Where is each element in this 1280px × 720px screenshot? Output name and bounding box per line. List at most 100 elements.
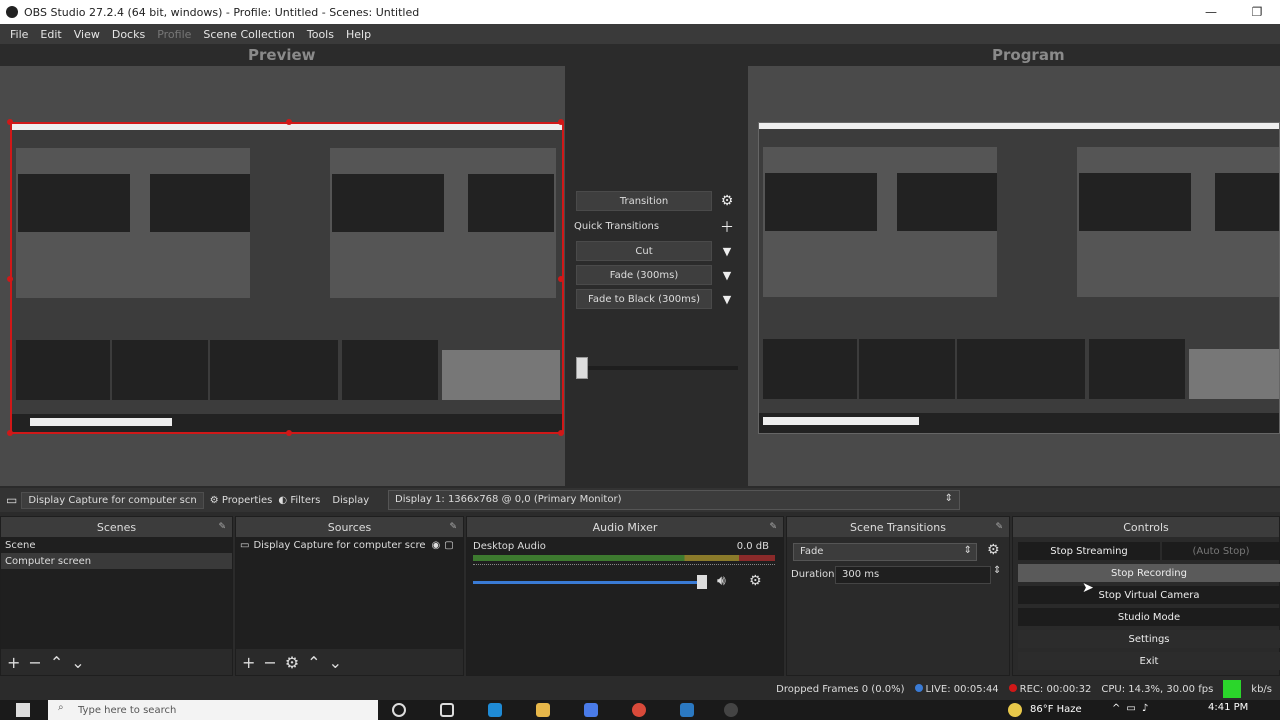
resize-handle[interactable] — [7, 276, 13, 282]
cortana-icon[interactable] — [392, 703, 406, 717]
resize-handle[interactable] — [558, 430, 564, 436]
duration-spinbox[interactable]: 300 ms — [835, 566, 991, 584]
gear-icon: ⚙ — [209, 494, 219, 506]
filters-label: Filters — [290, 494, 321, 506]
resize-handle[interactable] — [7, 119, 13, 125]
chevron-down-icon[interactable]: ▼ — [718, 242, 736, 260]
cut-button[interactable]: Cut — [576, 241, 712, 261]
stop-streaming-button[interactable]: Stop Streaming — [1018, 542, 1160, 560]
chevron-down-icon[interactable]: ⌄ — [71, 653, 84, 672]
gear-icon[interactable]: ⚙ — [285, 653, 299, 672]
stop-recording-button[interactable]: Stop Recording — [1018, 564, 1280, 582]
chrome-icon[interactable] — [632, 703, 646, 717]
menu-edit[interactable]: Edit — [34, 28, 67, 41]
obs-taskbar-icon[interactable] — [724, 703, 738, 717]
scene-item[interactable]: Computer screen — [1, 553, 232, 569]
stream-health-icon — [1223, 680, 1242, 698]
exit-button[interactable]: Exit — [1018, 652, 1280, 670]
edge-icon[interactable] — [488, 703, 502, 717]
weather-icon — [1008, 703, 1022, 717]
properties-button[interactable]: ⚙ Properties — [210, 495, 273, 506]
preview-canvas[interactable] — [0, 66, 565, 486]
live-status: LIVE: 00:05:44 — [914, 683, 999, 695]
taskbar-search-box[interactable]: ⌕ Type here to search — [48, 700, 378, 720]
chevron-down-icon[interactable]: ▼ — [718, 266, 736, 284]
mouse-cursor-icon: ➤ — [1082, 580, 1094, 596]
settings-button[interactable]: Settings — [1018, 630, 1280, 648]
resize-handle[interactable] — [286, 430, 292, 436]
fade-button[interactable]: Fade (300ms) — [576, 265, 712, 285]
remove-icon[interactable]: − — [263, 653, 276, 672]
chevron-up-icon[interactable]: ⌃ — [307, 653, 320, 672]
sources-dock-title: Sources ✎ — [236, 517, 463, 537]
gear-icon[interactable]: ⚙ — [987, 542, 1000, 558]
fade-to-black-button[interactable]: Fade to Black (300ms) — [576, 289, 712, 309]
cpu-status: CPU: 14.3%, 30.00 fps — [1101, 683, 1214, 695]
pin-icon[interactable]: ✎ — [769, 522, 777, 532]
scenes-dock: Scenes ✎ Scene Computer screen + − ⌃ ⌄ — [0, 516, 233, 676]
gear-icon[interactable]: ⚙ — [718, 192, 736, 210]
preview-capture[interactable] — [10, 122, 564, 434]
resize-handle[interactable] — [7, 430, 13, 436]
resize-handle[interactable] — [558, 276, 564, 282]
menu-scene-collection[interactable]: Scene Collection — [197, 28, 300, 41]
studio-mode-button[interactable]: Studio Mode — [1018, 608, 1280, 626]
chevron-down-icon[interactable]: ⌄ — [329, 653, 342, 672]
remove-icon[interactable]: − — [28, 653, 41, 672]
menu-tools[interactable]: Tools — [301, 28, 340, 41]
tray-icons[interactable]: ^▭♪ — [1112, 703, 1154, 714]
windows-start-icon[interactable] — [16, 703, 30, 717]
transition-button[interactable]: Transition — [576, 191, 712, 211]
studio-main: Preview Program Transition ⚙ Quick Trans… — [0, 44, 1280, 486]
stop-virtual-camera-button[interactable]: Stop Virtual Camera — [1018, 586, 1280, 604]
transition-slider-track[interactable] — [576, 366, 738, 370]
transition-slider-handle[interactable] — [576, 357, 588, 379]
status-bar: Dropped Frames 0 (0.0%) LIVE: 00:05:44 R… — [0, 678, 1280, 700]
volume-slider-handle[interactable] — [697, 575, 707, 589]
lock-icon[interactable]: ▢ — [444, 540, 453, 551]
volume-slider[interactable] — [473, 581, 707, 584]
scenes-toolbar: + − ⌃ ⌄ — [1, 649, 232, 675]
pin-icon[interactable]: ✎ — [218, 522, 226, 532]
eye-icon[interactable]: ◉ — [432, 540, 441, 551]
program-capture — [758, 122, 1280, 434]
program-canvas — [748, 66, 1280, 486]
display-select[interactable]: Display 1: 1366x768 @ 0,0 (Primary Monit… — [388, 490, 960, 510]
minimize-button[interactable]: — — [1188, 0, 1234, 24]
speaker-icon[interactable]: 🔊︎ — [717, 573, 726, 589]
resize-handle[interactable] — [286, 119, 292, 125]
menu-view[interactable]: View — [68, 28, 106, 41]
windows-taskbar: ⌕ Type here to search 86°F Haze ^▭♪ 4:41… — [0, 700, 1280, 720]
app-icon[interactable] — [680, 703, 694, 717]
source-item[interactable]: ▭ Display Capture for computer scre ◉ ▢ — [236, 537, 463, 553]
controls-title: Controls — [1123, 520, 1169, 534]
chevron-down-icon[interactable]: ▼ — [718, 290, 736, 308]
sources-list: ▭ Display Capture for computer scre ◉ ▢ — [236, 537, 463, 649]
menu-file[interactable]: File — [4, 28, 34, 41]
resize-handle[interactable] — [558, 119, 564, 125]
pin-icon[interactable]: ✎ — [995, 522, 1003, 532]
monitor-icon: ▭ — [6, 493, 18, 507]
kbps-status: kb/s — [1251, 683, 1272, 695]
add-icon[interactable]: + — [7, 653, 20, 672]
transition-type-select[interactable]: Fade ⇕ — [793, 543, 977, 561]
plus-icon[interactable]: ＋ — [718, 218, 736, 236]
menu-help[interactable]: Help — [340, 28, 377, 41]
auto-stop-button[interactable]: (Auto Stop) — [1162, 542, 1280, 560]
add-icon[interactable]: + — [242, 653, 255, 672]
audio-mixer-dock: Audio Mixer ✎ Desktop Audio 0.0 dB 🔊︎ ⚙ — [466, 516, 784, 676]
menu-docks[interactable]: Docks — [106, 28, 151, 41]
task-view-icon[interactable] — [440, 703, 454, 717]
maximize-button[interactable]: ❐ — [1234, 0, 1280, 24]
properties-label: Properties — [221, 494, 273, 506]
chevron-up-icon[interactable]: ⌃ — [50, 653, 63, 672]
file-explorer-icon[interactable] — [536, 703, 550, 717]
store-icon[interactable] — [584, 703, 598, 717]
menu-profile[interactable]: Profile — [151, 28, 197, 41]
filters-button[interactable]: ◐ Filters — [278, 495, 320, 506]
pin-icon[interactable]: ✎ — [449, 522, 457, 532]
updown-icon: ⇕ — [944, 493, 953, 504]
spin-arrows-icon[interactable]: ⇕ — [993, 565, 1001, 576]
scene-item[interactable]: Scene — [1, 537, 232, 553]
gear-icon[interactable]: ⚙ — [749, 573, 762, 589]
